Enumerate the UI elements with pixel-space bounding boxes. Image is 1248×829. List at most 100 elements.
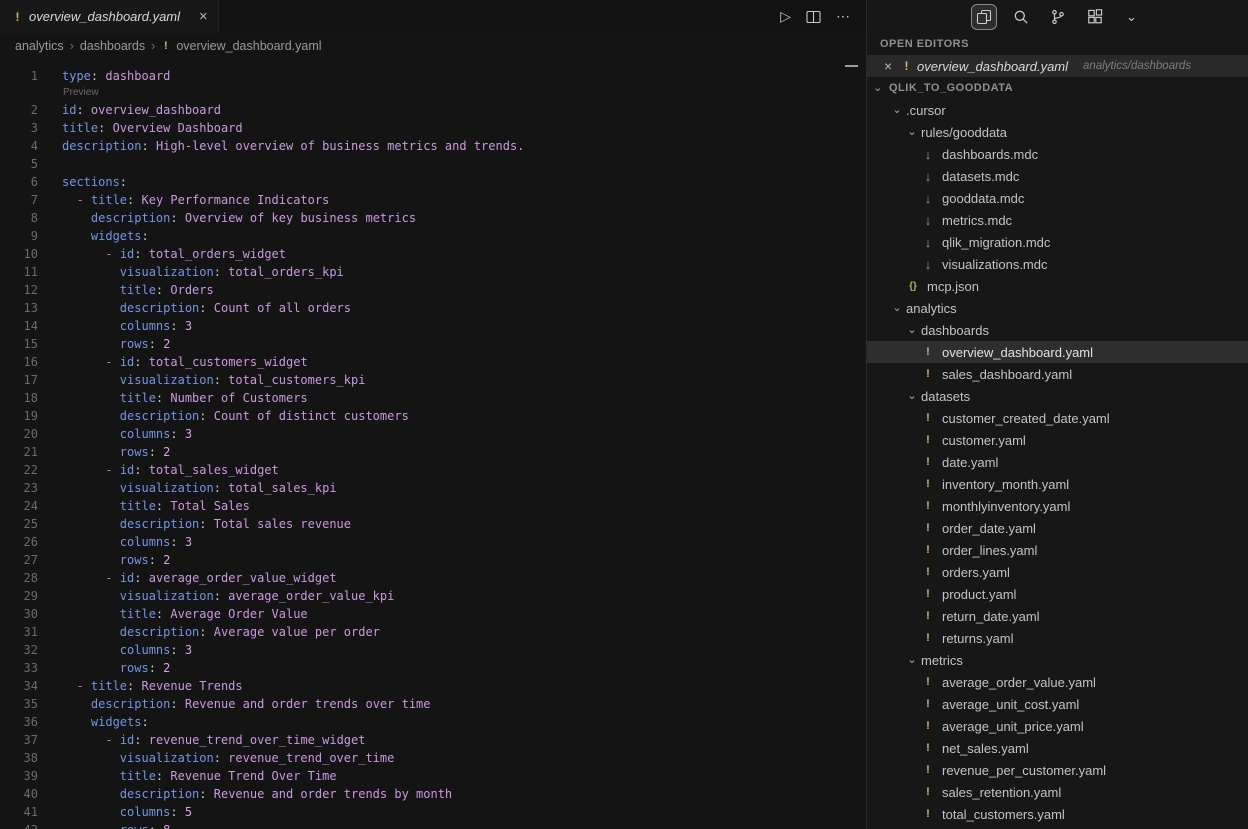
file-net_sales.yaml[interactable]: !net_sales.yaml (867, 737, 1248, 759)
file-order_lines.yaml[interactable]: !order_lines.yaml (867, 539, 1248, 561)
file-date.yaml[interactable]: !date.yaml (867, 451, 1248, 473)
line-number: 31 (0, 623, 38, 641)
code-line-20[interactable]: 20 columns: 3 (0, 425, 866, 443)
code-line-24[interactable]: 24 title: Total Sales (0, 497, 866, 515)
code-line-21[interactable]: 21 rows: 2 (0, 443, 866, 461)
code-line-1[interactable]: 1type: dashboard (0, 67, 866, 85)
code-line-27[interactable]: 27 rows: 2 (0, 551, 866, 569)
split-editor-button[interactable] (806, 10, 821, 24)
code-line-28[interactable]: 28 - id: average_order_value_widget (0, 569, 866, 587)
code-line-13[interactable]: 13 description: Count of all orders (0, 299, 866, 317)
file-datasets.mdc[interactable]: ↓datasets.mdc (867, 165, 1248, 187)
code-line-2[interactable]: 2id: overview_dashboard (0, 101, 866, 119)
open-editors-header[interactable]: OPEN EDITORS (867, 33, 1248, 55)
file-average_unit_cost.yaml[interactable]: !average_unit_cost.yaml (867, 693, 1248, 715)
code-line-26[interactable]: 26 columns: 3 (0, 533, 866, 551)
run-button[interactable]: ▷ (780, 8, 791, 25)
breadcrumb-item-dashboards[interactable]: dashboards (80, 39, 145, 53)
code-line-8[interactable]: 8 description: Overview of key business … (0, 209, 866, 227)
code-line-5[interactable]: 5 (0, 155, 866, 173)
breadcrumb-item-analytics[interactable]: analytics (15, 39, 64, 53)
file-monthlyinventory.yaml[interactable]: !monthlyinventory.yaml (867, 495, 1248, 517)
code-line-42[interactable]: 42 rows: 8 (0, 821, 866, 829)
code-text: title: Revenue Trend Over Time (38, 767, 337, 785)
code-line-32[interactable]: 32 columns: 3 (0, 641, 866, 659)
code-line-16[interactable]: 16 - id: total_customers_widget (0, 353, 866, 371)
file-gooddata.mdc[interactable]: ↓gooddata.mdc (867, 187, 1248, 209)
extensions-icon[interactable] (1082, 4, 1108, 30)
code-line-30[interactable]: 30 title: Average Order Value (0, 605, 866, 623)
code-line-37[interactable]: 37 - id: revenue_trend_over_time_widget (0, 731, 866, 749)
code-line-7[interactable]: 7 - title: Key Performance Indicators (0, 191, 866, 209)
file-customer.yaml[interactable]: !customer.yaml (867, 429, 1248, 451)
code-line-22[interactable]: 22 - id: total_sales_widget (0, 461, 866, 479)
code-line-9[interactable]: 9 widgets: (0, 227, 866, 245)
file-total_customers.yaml[interactable]: !total_customers.yaml (867, 803, 1248, 825)
folder-dashboards[interactable]: ⌄dashboards (867, 319, 1248, 341)
code-line-11[interactable]: 11 visualization: total_orders_kpi (0, 263, 866, 281)
file-return_date.yaml[interactable]: !return_date.yaml (867, 605, 1248, 627)
open-editor-item[interactable]: × ! overview_dashboard.yaml analytics/da… (867, 55, 1248, 77)
folder-datasets[interactable]: ⌄datasets (867, 385, 1248, 407)
file-overview_dashboard.yaml[interactable]: !overview_dashboard.yaml (867, 341, 1248, 363)
file-dashboards.mdc[interactable]: ↓dashboards.mdc (867, 143, 1248, 165)
code-line-25[interactable]: 25 description: Total sales revenue (0, 515, 866, 533)
file-customer_created_date.yaml[interactable]: !customer_created_date.yaml (867, 407, 1248, 429)
file-mcp.json[interactable]: {}mcp.json (867, 275, 1248, 297)
code-line-17[interactable]: 17 visualization: total_customers_kpi (0, 371, 866, 389)
chevron-down-icon: ⌄ (905, 325, 919, 335)
tree-item-label: analytics (906, 301, 957, 316)
file-average_unit_price.yaml[interactable]: !average_unit_price.yaml (867, 715, 1248, 737)
folder-analytics[interactable]: ⌄analytics (867, 297, 1248, 319)
code-line-14[interactable]: 14 columns: 3 (0, 317, 866, 335)
code-line-15[interactable]: 15 rows: 2 (0, 335, 866, 353)
code-line-34[interactable]: 34 - title: Revenue Trends (0, 677, 866, 695)
file-returns.yaml[interactable]: !returns.yaml (867, 627, 1248, 649)
code-line-12[interactable]: 12 title: Orders (0, 281, 866, 299)
file-inventory_month.yaml[interactable]: !inventory_month.yaml (867, 473, 1248, 495)
code-line-10[interactable]: 10 - id: total_orders_widget (0, 245, 866, 263)
file-qlik_migration.mdc[interactable]: ↓qlik_migration.mdc (867, 231, 1248, 253)
tab-overview-dashboard[interactable]: ! overview_dashboard.yaml × (0, 0, 219, 33)
code-line-33[interactable]: 33 rows: 2 (0, 659, 866, 677)
file-order_date.yaml[interactable]: !order_date.yaml (867, 517, 1248, 539)
code-line-4[interactable]: 4description: High-level overview of bus… (0, 137, 866, 155)
code-line-29[interactable]: 29 visualization: average_order_value_kp… (0, 587, 866, 605)
search-icon[interactable] (1008, 4, 1034, 30)
chevron-down-icon[interactable]: ⌄ (1119, 4, 1145, 30)
close-icon[interactable]: × (884, 59, 896, 73)
code-text: - title: Key Performance Indicators (38, 191, 329, 209)
code-line-39[interactable]: 39 title: Revenue Trend Over Time (0, 767, 866, 785)
code-line-19[interactable]: 19 description: Count of distinct custom… (0, 407, 866, 425)
code-line-40[interactable]: 40 description: Revenue and order trends… (0, 785, 866, 803)
code-line-6[interactable]: 6sections: (0, 173, 866, 191)
code-editor[interactable]: 1type: dashboardPreview2id: overview_das… (0, 59, 866, 829)
files-icon[interactable] (971, 4, 997, 30)
file-metrics.mdc[interactable]: ↓metrics.mdc (867, 209, 1248, 231)
codelens-preview-link[interactable]: Preview (0, 85, 866, 101)
file-revenue_per_customer.yaml[interactable]: !revenue_per_customer.yaml (867, 759, 1248, 781)
file-average_order_value.yaml[interactable]: !average_order_value.yaml (867, 671, 1248, 693)
file-orders.yaml[interactable]: !orders.yaml (867, 561, 1248, 583)
tab-close-icon[interactable]: × (199, 9, 208, 24)
code-line-36[interactable]: 36 widgets: (0, 713, 866, 731)
code-line-18[interactable]: 18 title: Number of Customers (0, 389, 866, 407)
folder-rules/gooddata[interactable]: ⌄rules/gooddata (867, 121, 1248, 143)
code-line-41[interactable]: 41 columns: 5 (0, 803, 866, 821)
file-product.yaml[interactable]: !product.yaml (867, 583, 1248, 605)
code-line-23[interactable]: 23 visualization: total_sales_kpi (0, 479, 866, 497)
folder-metrics[interactable]: ⌄metrics (867, 649, 1248, 671)
code-line-31[interactable]: 31 description: Average value per order (0, 623, 866, 641)
file-visualizations.mdc[interactable]: ↓visualizations.mdc (867, 253, 1248, 275)
file-sales_dashboard.yaml[interactable]: !sales_dashboard.yaml (867, 363, 1248, 385)
workspace-header[interactable]: ⌄ QLIK_TO_GOODDATA (867, 77, 1248, 99)
more-actions-button[interactable]: ⋯ (836, 8, 850, 25)
file-sales_retention.yaml[interactable]: !sales_retention.yaml (867, 781, 1248, 803)
code-line-38[interactable]: 38 visualization: revenue_trend_over_tim… (0, 749, 866, 767)
breadcrumb-item-file[interactable]: overview_dashboard.yaml (176, 39, 321, 53)
chevron-right-icon: › (151, 39, 155, 53)
code-line-3[interactable]: 3title: Overview Dashboard (0, 119, 866, 137)
code-line-35[interactable]: 35 description: Revenue and order trends… (0, 695, 866, 713)
source-control-icon[interactable] (1045, 4, 1071, 30)
folder-.cursor[interactable]: ⌄.cursor (867, 99, 1248, 121)
